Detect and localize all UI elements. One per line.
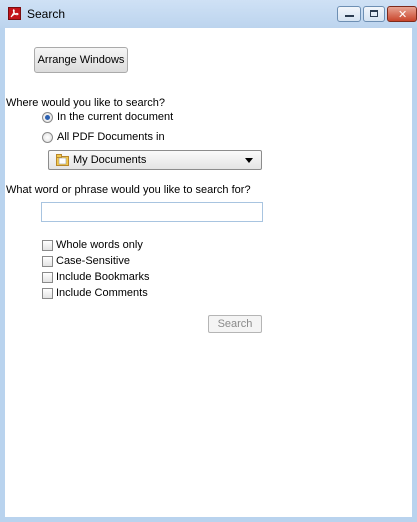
include-bookmarks-checkbox[interactable] [42,272,53,283]
search-phrase-input[interactable] [41,202,263,222]
whole-words-label[interactable]: Whole words only [56,239,143,251]
where-question-label: Where would you like to search? [6,97,165,109]
title-bar[interactable]: Search ✕ [0,0,417,28]
radio-all-pdf-documents[interactable] [42,132,53,143]
minimize-button[interactable] [337,6,361,22]
maximize-button[interactable] [363,6,385,22]
radio-current-document[interactable] [42,112,53,123]
radio-current-document-label[interactable]: In the current document [57,111,173,123]
window-title: Search [27,7,66,21]
include-bookmarks-label[interactable]: Include Bookmarks [56,271,150,283]
include-comments-label[interactable]: Include Comments [56,287,148,299]
minimize-icon [345,15,354,17]
adobe-acrobat-icon [8,7,21,20]
maximize-icon [370,10,378,17]
case-sensitive-checkbox[interactable] [42,256,53,267]
case-sensitive-label[interactable]: Case-Sensitive [56,255,130,267]
location-dropdown-value: My Documents [73,154,147,166]
include-comments-checkbox[interactable] [42,288,53,299]
whole-words-checkbox[interactable] [42,240,53,251]
radio-all-pdf-documents-label[interactable]: All PDF Documents in [57,131,165,143]
what-question-label: What word or phrase would you like to se… [6,184,251,196]
location-dropdown[interactable]: My Documents [48,150,262,170]
chevron-down-icon [245,158,253,163]
folder-icon [56,154,69,166]
search-button[interactable]: Search [208,315,262,333]
search-panel: Arrange Windows Where would you like to … [5,28,412,517]
close-icon: ✕ [398,8,408,21]
close-button[interactable]: ✕ [387,6,417,22]
arrange-windows-button[interactable]: Arrange Windows [34,47,128,73]
